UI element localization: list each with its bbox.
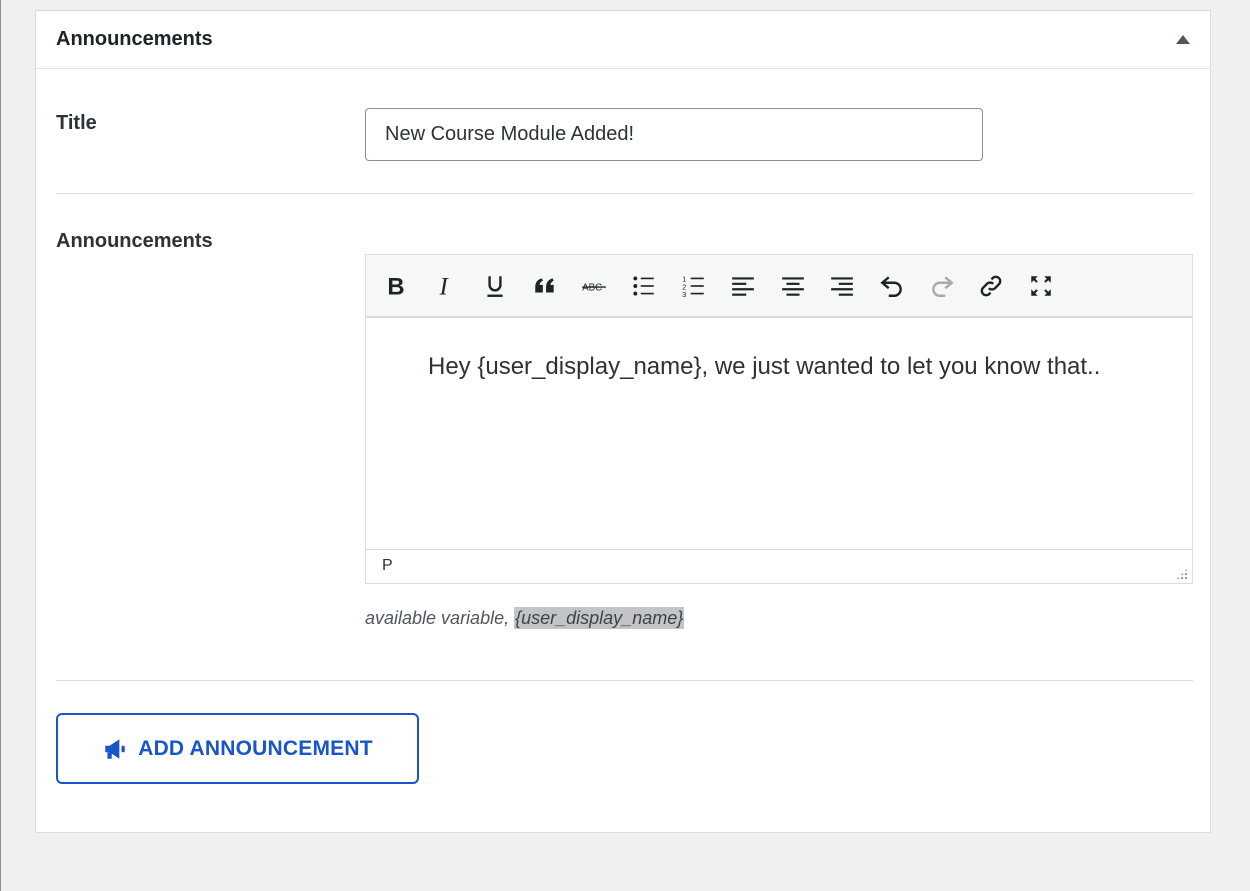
- divider: [56, 680, 1193, 681]
- hint-variable: {user_display_name}: [514, 607, 685, 629]
- strikethrough-label: ABC: [582, 282, 602, 293]
- add-announcement-button[interactable]: ADD ANNOUNCEMENT: [56, 713, 419, 784]
- bullet-list-icon[interactable]: [624, 266, 664, 306]
- announcements-panel: Announcements Title Announcements B I AB…: [35, 10, 1211, 833]
- editor-text[interactable]: Hey {user_display_name}, we just wanted …: [428, 346, 1128, 387]
- editor-statusbar: P: [366, 549, 1192, 584]
- add-announcement-label: ADD ANNOUNCEMENT: [138, 736, 373, 760]
- editor-toolbar: B I ABC 123: [366, 255, 1192, 318]
- svg-text:3: 3: [682, 289, 686, 298]
- svg-text:I: I: [438, 273, 449, 298]
- triangle-up-icon[interactable]: [1176, 35, 1190, 44]
- blockquote-icon[interactable]: [525, 266, 565, 306]
- underline-icon[interactable]: [475, 266, 515, 306]
- hint-prefix: available variable,: [365, 608, 510, 628]
- align-right-icon[interactable]: [822, 266, 862, 306]
- resize-handle-icon[interactable]: [1176, 568, 1188, 580]
- undo-icon[interactable]: [872, 266, 912, 306]
- align-center-icon[interactable]: [773, 266, 813, 306]
- svg-text:B: B: [387, 273, 404, 298]
- redo-icon[interactable]: [922, 266, 962, 306]
- editor-content-area[interactable]: Hey {user_display_name}, we just wanted …: [366, 318, 1192, 549]
- announcements-label: Announcements: [56, 230, 213, 252]
- link-icon[interactable]: [971, 266, 1011, 306]
- title-input[interactable]: [365, 108, 983, 161]
- window-edge: [0, 0, 1, 891]
- title-label: Title: [56, 112, 97, 134]
- fullscreen-icon[interactable]: [1021, 266, 1061, 306]
- divider: [56, 193, 1193, 194]
- megaphone-icon: [105, 738, 125, 759]
- panel-header[interactable]: Announcements: [36, 11, 1210, 69]
- panel-title: Announcements: [56, 28, 213, 50]
- bold-icon[interactable]: B: [376, 266, 416, 306]
- variable-hint: available variable, {user_display_name}: [365, 607, 685, 629]
- align-left-icon[interactable]: [723, 266, 763, 306]
- numbered-list-icon[interactable]: 123: [674, 266, 714, 306]
- element-path[interactable]: P: [382, 557, 393, 575]
- strikethrough-icon[interactable]: ABC: [574, 266, 614, 306]
- italic-icon[interactable]: I: [426, 266, 466, 306]
- rich-text-editor: B I ABC 123 Hey {user_display_name}, we …: [365, 254, 1193, 584]
